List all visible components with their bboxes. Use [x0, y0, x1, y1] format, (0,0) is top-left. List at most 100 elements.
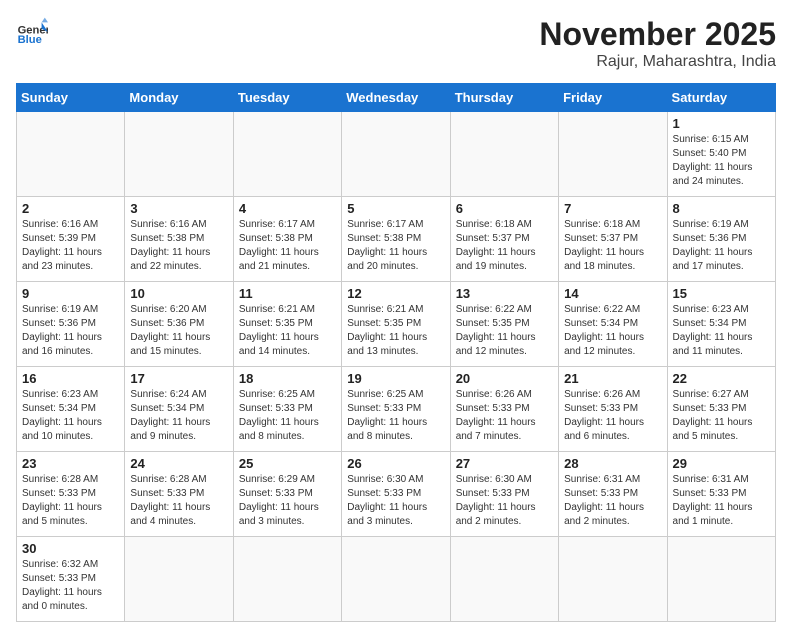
day-number: 20 — [456, 371, 553, 386]
day-number: 23 — [22, 456, 119, 471]
day-cell-20: 20 Sunrise: 6:26 AMSunset: 5:33 PMDayligh… — [450, 367, 558, 452]
day-cell-28: 28Sunrise: 6:31 AMSunset: 5:33 PMDayligh… — [559, 452, 667, 537]
day-info: Sunrise: 6:31 AMSunset: 5:33 PMDaylight:… — [673, 473, 770, 529]
empty-cell — [233, 537, 341, 622]
day-cell-14: 14 Sunrise: 6:22 AMSunset: 5:34 PMDayligh… — [559, 282, 667, 367]
day-number: 29 — [673, 456, 770, 471]
day-info: Sunrise: 6:22 AMSunset: 5:34 PMDaylight:… — [564, 303, 661, 359]
day-number: 12 — [347, 286, 444, 301]
day-info: Sunrise: 6:28 AMSunset: 5:33 PMDaylight:… — [22, 473, 119, 529]
empty-cell — [125, 537, 233, 622]
day-cell-22: 22 Sunrise: 6:27 AMSunset: 5:33 PMDayligh… — [667, 367, 775, 452]
day-info: Sunrise: 6:16 AMSunset: 5:39 PMDaylight:… — [22, 218, 119, 274]
calendar-row: 30 Sunrise: 6:32 AMSunset: 5:33 PMDayligh… — [17, 537, 776, 622]
day-cell-17: 17Sunrise: 6:24 AMSunset: 5:34 PMDayligh… — [125, 367, 233, 452]
page-header: General Blue November 2025 Rajur, Mahara… — [16, 16, 776, 71]
day-number: 3 — [130, 201, 227, 216]
day-info: Sunrise: 6:16 AMSunset: 5:38 PMDaylight:… — [130, 218, 227, 274]
day-info: Sunrise: 6:19 AMSunset: 5:36 PMDaylight:… — [22, 303, 119, 359]
day-info: Sunrise: 6:32 AMSunset: 5:33 PMDaylight:… — [22, 558, 119, 614]
day-number: 8 — [673, 201, 770, 216]
day-cell-25: 25 Sunrise: 6:29 AMSunset: 5:33 PMDayligh… — [233, 452, 341, 537]
day-number: 5 — [347, 201, 444, 216]
calendar-row: 23 Sunrise: 6:28 AMSunset: 5:33 PMDayligh… — [17, 452, 776, 537]
day-info: Sunrise: 6:18 AMSunset: 5:37 PMDaylight:… — [564, 218, 661, 274]
day-number: 10 — [130, 286, 227, 301]
day-number: 14 — [564, 286, 661, 301]
day-info: Sunrise: 6:27 AMSunset: 5:33 PMDaylight:… — [673, 388, 770, 444]
day-info: Sunrise: 6:30 AMSunset: 5:33 PMDaylight:… — [347, 473, 444, 529]
day-info: Sunrise: 6:20 AMSunset: 5:36 PMDaylight:… — [130, 303, 227, 359]
day-number: 30 — [22, 541, 119, 556]
day-cell-26: 26 Sunrise: 6:30 AMSunset: 5:33 PMDayligh… — [342, 452, 450, 537]
header-wednesday: Wednesday — [342, 84, 450, 112]
calendar-row: 16 Sunrise: 6:23 AMSunset: 5:34 PMDayligh… — [17, 367, 776, 452]
day-info: Sunrise: 6:23 AMSunset: 5:34 PMDaylight:… — [673, 303, 770, 359]
header-friday: Friday — [559, 84, 667, 112]
day-info: Sunrise: 6:15 AMSunset: 5:40 PMDaylight:… — [673, 133, 770, 189]
day-number: 27 — [456, 456, 553, 471]
day-info: Sunrise: 6:22 AMSunset: 5:35 PMDaylight:… — [456, 303, 553, 359]
empty-cell — [342, 112, 450, 197]
day-number: 21 — [564, 371, 661, 386]
header-monday: Monday — [125, 84, 233, 112]
day-cell-9: 9 Sunrise: 6:19 AMSunset: 5:36 PMDaylight… — [17, 282, 125, 367]
day-number: 13 — [456, 286, 553, 301]
day-cell-7: 7Sunrise: 6:18 AMSunset: 5:37 PMDaylight… — [559, 197, 667, 282]
empty-cell — [125, 112, 233, 197]
day-cell-16: 16 Sunrise: 6:23 AMSunset: 5:34 PMDayligh… — [17, 367, 125, 452]
location: Rajur, Maharashtra, India — [539, 53, 776, 71]
empty-cell — [450, 112, 558, 197]
header-tuesday: Tuesday — [233, 84, 341, 112]
logo-icon: General Blue — [16, 16, 48, 48]
day-number: 11 — [239, 286, 336, 301]
day-info: Sunrise: 6:30 AMSunset: 5:33 PMDaylight:… — [456, 473, 553, 529]
day-number: 26 — [347, 456, 444, 471]
day-info: Sunrise: 6:21 AMSunset: 5:35 PMDaylight:… — [347, 303, 444, 359]
calendar-row: 1 Sunrise: 6:15 AMSunset: 5:40 PMDaylight… — [17, 112, 776, 197]
day-cell-30: 30 Sunrise: 6:32 AMSunset: 5:33 PMDayligh… — [17, 537, 125, 622]
day-cell-1: 1 Sunrise: 6:15 AMSunset: 5:40 PMDaylight… — [667, 112, 775, 197]
day-cell-3: 3 Sunrise: 6:16 AMSunset: 5:38 PMDaylight… — [125, 197, 233, 282]
day-cell-27: 27 Sunrise: 6:30 AMSunset: 5:33 PMDayligh… — [450, 452, 558, 537]
day-info: Sunrise: 6:31 AMSunset: 5:33 PMDaylight:… — [564, 473, 661, 529]
day-info: Sunrise: 6:23 AMSunset: 5:34 PMDaylight:… — [22, 388, 119, 444]
day-info: Sunrise: 6:21 AMSunset: 5:35 PMDaylight:… — [239, 303, 336, 359]
day-info: Sunrise: 6:28 AMSunset: 5:33 PMDaylight:… — [130, 473, 227, 529]
month-title: November 2025 — [539, 16, 776, 53]
day-number: 16 — [22, 371, 119, 386]
calendar-row: 9 Sunrise: 6:19 AMSunset: 5:36 PMDaylight… — [17, 282, 776, 367]
day-cell-18: 18Sunrise: 6:25 AMSunset: 5:33 PMDayligh… — [233, 367, 341, 452]
day-info: Sunrise: 6:17 AMSunset: 5:38 PMDaylight:… — [239, 218, 336, 274]
day-info: Sunrise: 6:17 AMSunset: 5:38 PMDaylight:… — [347, 218, 444, 274]
day-info: Sunrise: 6:19 AMSunset: 5:36 PMDaylight:… — [673, 218, 770, 274]
empty-cell — [450, 537, 558, 622]
day-info: Sunrise: 6:29 AMSunset: 5:33 PMDaylight:… — [239, 473, 336, 529]
day-cell-4: 4Sunrise: 6:17 AMSunset: 5:38 PMDaylight… — [233, 197, 341, 282]
day-cell-29: 29 Sunrise: 6:31 AMSunset: 5:33 PMDayligh… — [667, 452, 775, 537]
day-number: 25 — [239, 456, 336, 471]
day-number: 22 — [673, 371, 770, 386]
day-cell-6: 6Sunrise: 6:18 AMSunset: 5:37 PMDaylight… — [450, 197, 558, 282]
day-number: 1 — [673, 116, 770, 131]
header-saturday: Saturday — [667, 84, 775, 112]
day-info: Sunrise: 6:26 AMSunset: 5:33 PMDaylight:… — [564, 388, 661, 444]
empty-cell — [559, 537, 667, 622]
day-cell-21: 21 Sunrise: 6:26 AMSunset: 5:33 PMDayligh… — [559, 367, 667, 452]
empty-cell — [342, 537, 450, 622]
empty-cell — [233, 112, 341, 197]
day-info: Sunrise: 6:25 AMSunset: 5:33 PMDaylight:… — [347, 388, 444, 444]
day-number: 9 — [22, 286, 119, 301]
header-thursday: Thursday — [450, 84, 558, 112]
empty-cell — [559, 112, 667, 197]
day-number: 2 — [22, 201, 119, 216]
day-info: Sunrise: 6:18 AMSunset: 5:37 PMDaylight:… — [456, 218, 553, 274]
day-cell-24: 24Sunrise: 6:28 AMSunset: 5:33 PMDayligh… — [125, 452, 233, 537]
title-block: November 2025 Rajur, Maharashtra, India — [539, 16, 776, 71]
day-cell-12: 12 Sunrise: 6:21 AMSunset: 5:35 PMDayligh… — [342, 282, 450, 367]
day-cell-23: 23 Sunrise: 6:28 AMSunset: 5:33 PMDayligh… — [17, 452, 125, 537]
calendar-table: Sunday Monday Tuesday Wednesday Thursday… — [16, 83, 776, 622]
weekday-header-row: Sunday Monday Tuesday Wednesday Thursday… — [17, 84, 776, 112]
day-info: Sunrise: 6:26 AMSunset: 5:33 PMDaylight:… — [456, 388, 553, 444]
day-cell-15: 15Sunrise: 6:23 AMSunset: 5:34 PMDayligh… — [667, 282, 775, 367]
